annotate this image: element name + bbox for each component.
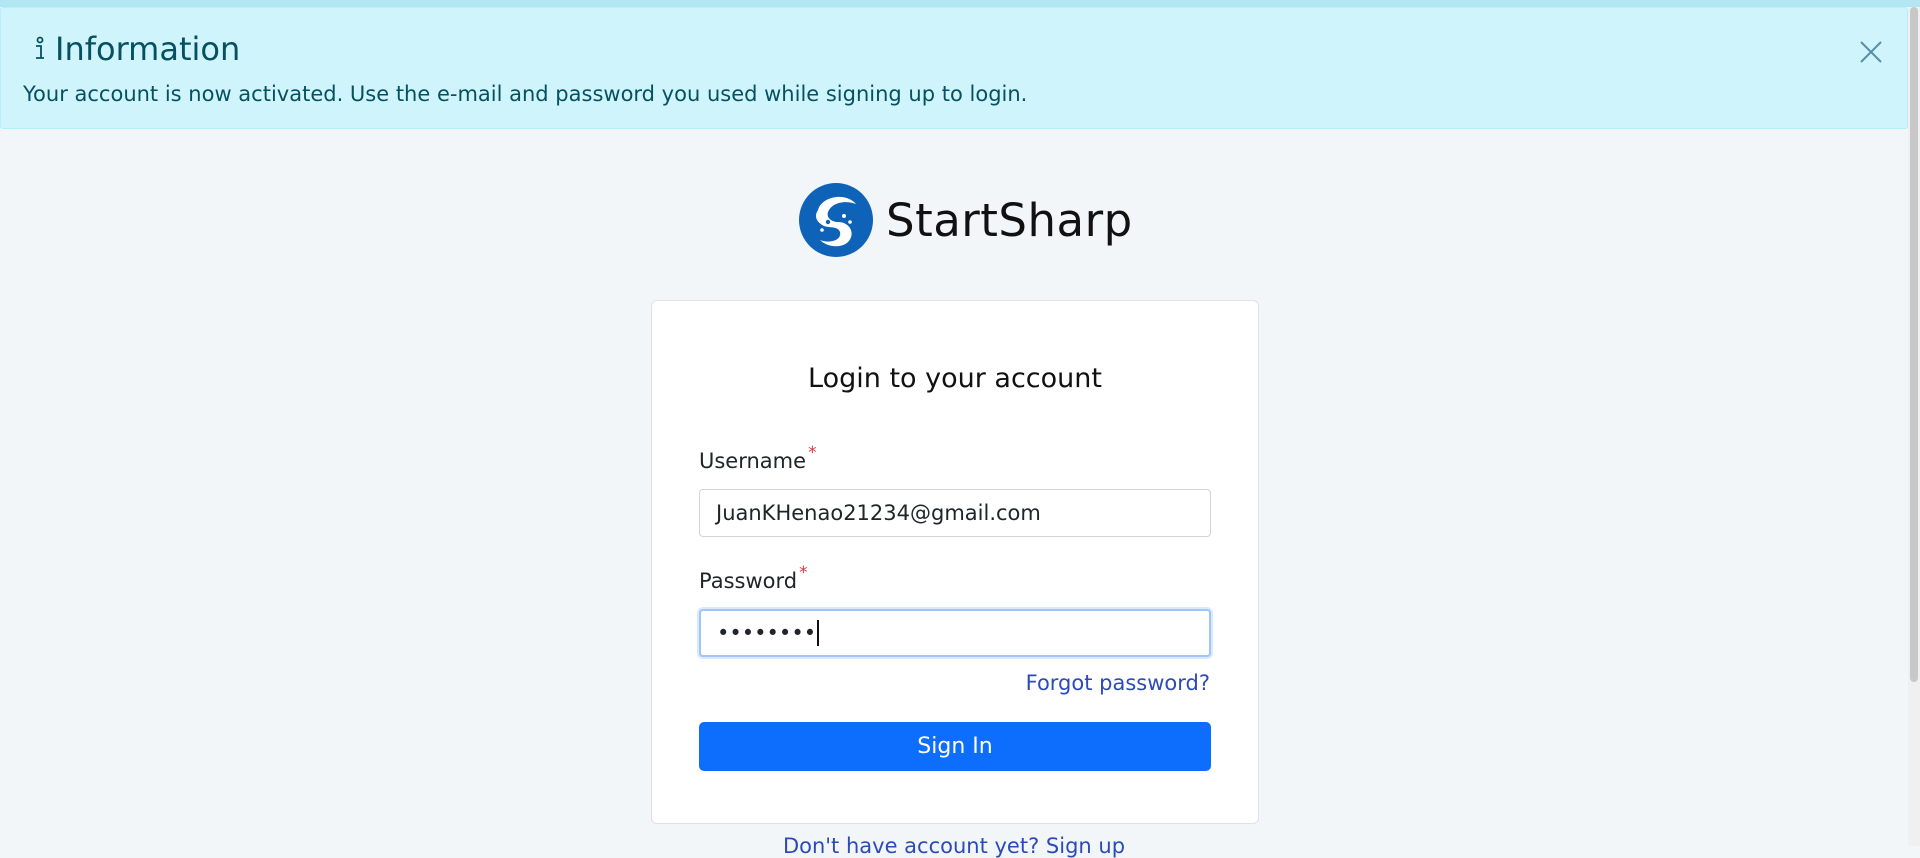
password-input[interactable]: •••••••• <box>699 609 1211 657</box>
scrollbar-thumb[interactable] <box>1910 7 1918 682</box>
brand-logo: StartSharp <box>798 182 1133 258</box>
required-marker: * <box>808 443 817 463</box>
close-icon[interactable] <box>1855 36 1887 68</box>
forgot-password-link[interactable]: Forgot password? <box>1026 671 1210 695</box>
sign-in-button[interactable]: Sign In <box>699 722 1211 771</box>
startsharp-logo-icon <box>799 183 873 257</box>
info-icon <box>29 33 51 65</box>
username-input[interactable]: JuanKHenao21234@gmail.com <box>699 489 1211 537</box>
banner-message: Your account is now activated. Use the e… <box>23 82 1028 106</box>
required-marker: * <box>799 563 808 583</box>
brand-name: StartSharp <box>886 193 1133 247</box>
username-value: JuanKHenao21234@gmail.com <box>716 501 1041 525</box>
top-strip <box>0 0 1920 7</box>
password-value: •••••••• <box>717 621 817 645</box>
password-label-text: Password <box>699 569 798 593</box>
banner-title: Information <box>55 30 241 68</box>
username-label-text: Username <box>699 449 807 473</box>
login-title: Login to your account <box>808 363 1102 394</box>
username-label: Username * <box>699 443 817 473</box>
scrollbar[interactable] <box>1908 7 1920 846</box>
password-label: Password * <box>699 563 808 593</box>
banner-title-row: Information <box>29 30 240 68</box>
sign-up-link[interactable]: Don't have account yet? Sign up <box>0 834 1908 858</box>
info-banner: Information Your account is now activate… <box>0 7 1908 129</box>
login-card: Login to your account Username * JuanKHen… <box>651 300 1259 824</box>
text-caret <box>817 620 820 646</box>
